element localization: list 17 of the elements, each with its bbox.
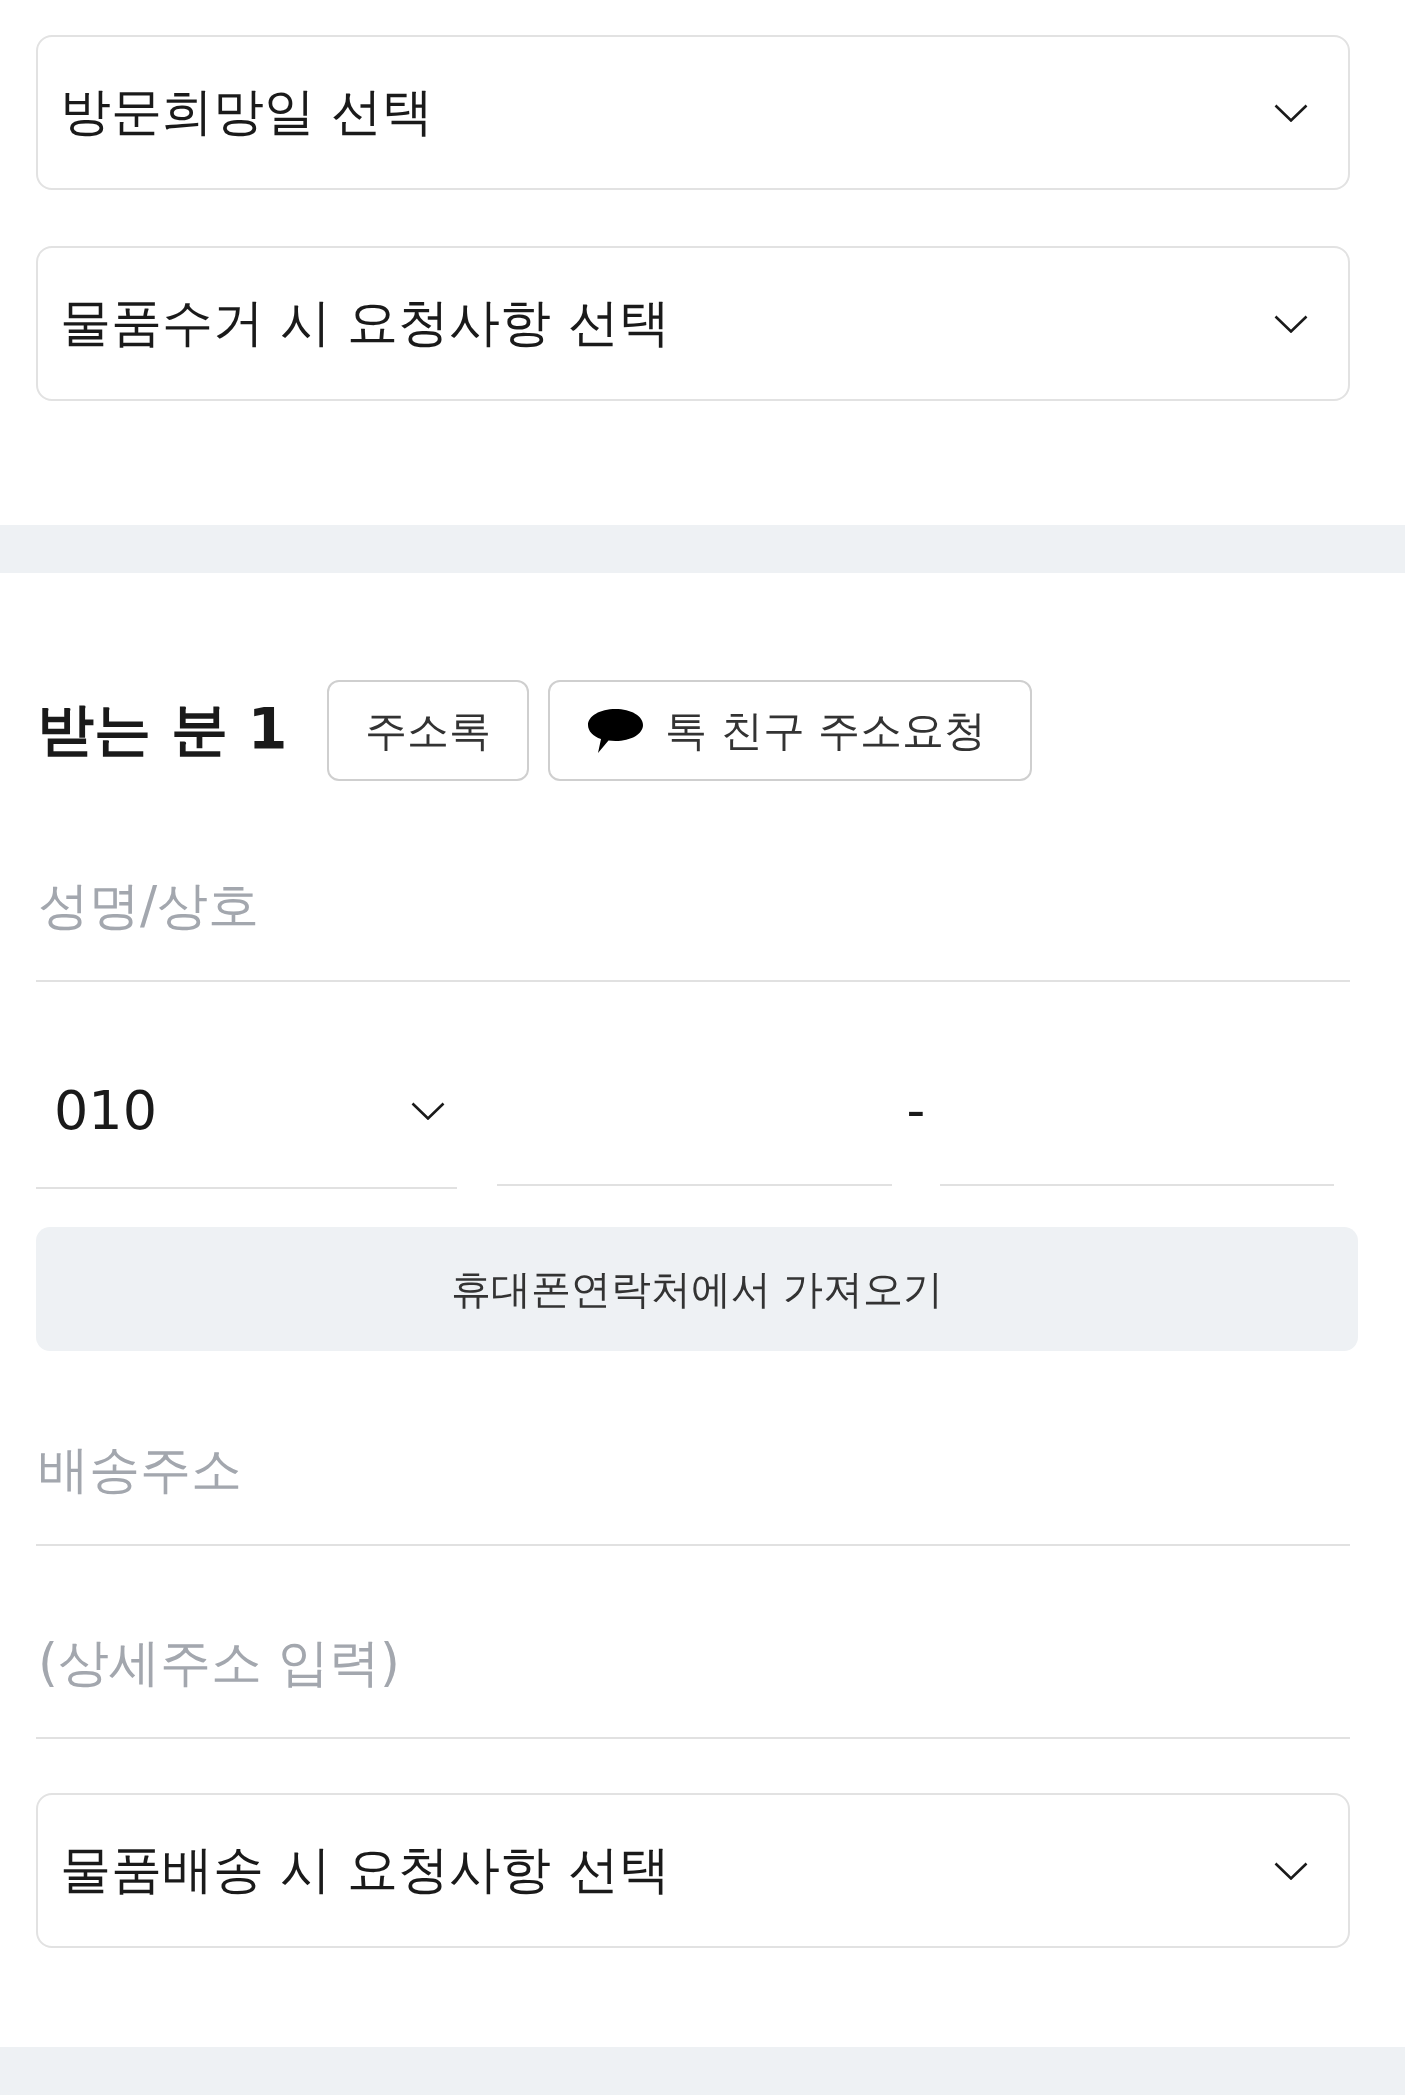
address-field[interactable]: 배송주소 bbox=[36, 1394, 1350, 1546]
chevron-down-icon bbox=[411, 1101, 445, 1120]
name-field[interactable]: 성명/상호 bbox=[36, 830, 1350, 982]
dropdown-select[interactable]: 방문희망일 선택 bbox=[36, 35, 1350, 190]
detail-address-field[interactable]: (상세주소 입력) bbox=[36, 1587, 1350, 1739]
phone-separator: - bbox=[905, 1079, 927, 1142]
section-title: 받는 분 1 bbox=[37, 695, 288, 764]
chevron-down-icon bbox=[1274, 1861, 1308, 1880]
chevron-down-icon bbox=[1274, 314, 1308, 333]
address-request-button[interactable]: 톡 친구 주소요청 bbox=[548, 680, 1033, 781]
chevron-down-icon bbox=[1274, 103, 1308, 122]
speech-bubble-icon bbox=[588, 708, 644, 753]
import-contacts-button[interactable]: 휴대폰연락처에서 가져오기 bbox=[36, 1227, 1358, 1351]
phone-prefix-select[interactable]: 010 bbox=[36, 1034, 457, 1189]
dropdown-select[interactable]: 물품수거 시 요청사항 선택 bbox=[36, 246, 1350, 401]
delivery-request-select[interactable]: 물품배송 시 요청사항 선택 bbox=[36, 1793, 1350, 1948]
address-book-button[interactable]: 주소록 bbox=[327, 680, 530, 781]
